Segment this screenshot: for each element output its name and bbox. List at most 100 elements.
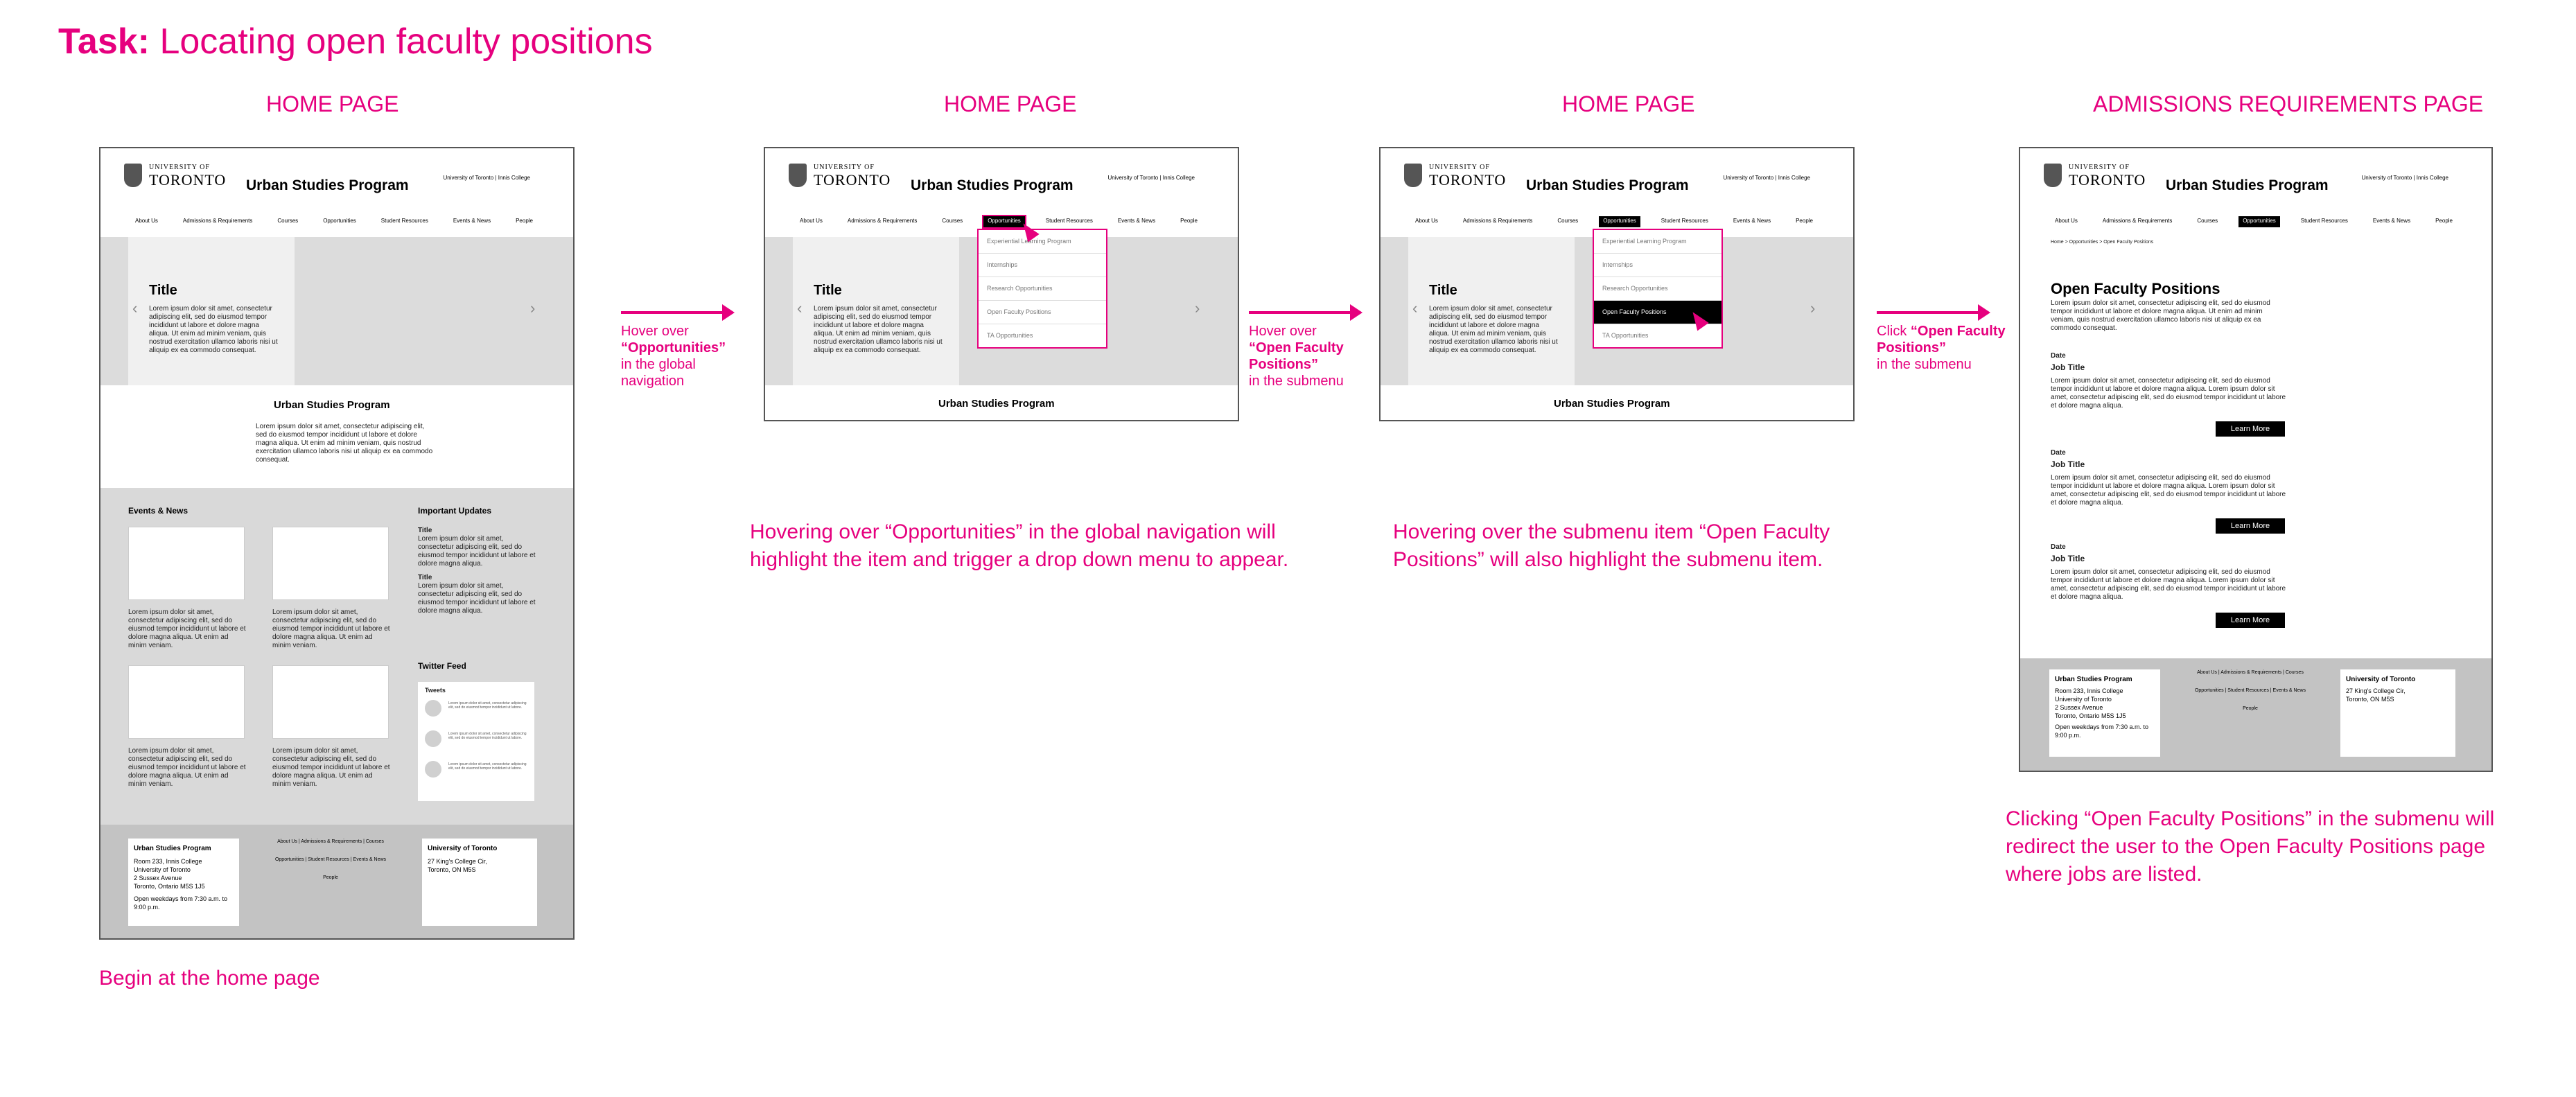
site-footer: Urban Studies Program Room 233, Innis Co…	[100, 825, 573, 938]
nav-opportunities[interactable]: Opportunities	[319, 216, 360, 227]
job-text: Lorem ipsum dolor sit amet, consectetur …	[2051, 568, 2286, 601]
tweet[interactable]: Lorem ipsum dolor sit amet, consectetur …	[425, 758, 527, 786]
nav-admissions[interactable]: Admissions & Requirements	[179, 216, 256, 227]
faculty-page-wireframe: UNIVERSITY OF TORONTO Urban Studies Prog…	[2019, 147, 2493, 772]
submenu-research[interactable]: Research Opportunities	[1594, 277, 1721, 301]
chevron-right-icon[interactable]: ›	[530, 299, 535, 317]
crest-icon	[124, 164, 142, 187]
footer-uoft-card: University of Toronto 27 King's College …	[2340, 669, 2455, 757]
submenu-experiential[interactable]: Experiential Learning Program	[1594, 230, 1721, 254]
nav-events[interactable]: Events & News	[2369, 216, 2415, 227]
job-title: Job Title	[2051, 554, 2085, 563]
event-image[interactable]	[272, 527, 389, 600]
submenu-research[interactable]: Research Opportunities	[979, 277, 1106, 301]
footer-left-title: Urban Studies Program	[134, 845, 211, 852]
submenu-internships[interactable]: Internships	[1594, 254, 1721, 277]
nav-admissions[interactable]: Admissions & Requirements	[1459, 216, 1536, 227]
uoft-logo-small: UNIVERSITY OF	[149, 164, 210, 171]
nav-student-resources[interactable]: Student Resources	[377, 216, 432, 227]
caption-begin: Begin at the home page	[99, 967, 320, 990]
chevron-right-icon[interactable]: ›	[1810, 299, 1815, 317]
event-text: Lorem ipsum dolor sit amet, consectetur …	[128, 747, 246, 788]
nav-courses[interactable]: Courses	[2193, 216, 2222, 227]
uoft-logo-small: UNIVERSITY OF	[814, 164, 875, 171]
nav-about[interactable]: About Us	[131, 216, 162, 227]
nav-events[interactable]: Events & News	[449, 216, 495, 227]
submenu-ta[interactable]: TA Opportunities	[979, 324, 1106, 347]
breadcrumb[interactable]: Home > Opportunities > Open Faculty Posi…	[2051, 238, 2153, 247]
footer-links-row[interactable]: People	[2167, 700, 2333, 718]
step-1-bold: “Opportunities”	[621, 340, 726, 356]
top-links[interactable]: University of Toronto | Innis College	[2361, 175, 2448, 181]
nav-people[interactable]: People	[1176, 216, 1202, 227]
opportunities-dropdown: Experiential Learning Program Internship…	[1593, 229, 1723, 349]
hero-text: Lorem ipsum dolor sit amet, consectetur …	[149, 305, 278, 354]
twitter-feed[interactable]: Tweets Lorem ipsum dolor sit amet, conse…	[418, 682, 534, 801]
chevron-right-icon[interactable]: ›	[1195, 299, 1200, 317]
submenu-open-faculty[interactable]: Open Faculty Positions	[979, 301, 1106, 324]
footer-links[interactable]: About Us | Admissions & Requirements | C…	[2167, 664, 2333, 718]
event-image[interactable]	[128, 665, 245, 739]
top-links[interactable]: University of Toronto | Innis College	[443, 175, 530, 181]
step-1-text: Hover over “Opportunities” in the global n…	[621, 323, 760, 389]
footer-left-address: Room 233, Innis College University of To…	[2055, 687, 2126, 719]
nav-admissions[interactable]: Admissions & Requirements	[2099, 216, 2176, 227]
nav-courses[interactable]: Courses	[273, 216, 302, 227]
nav-about[interactable]: About Us	[796, 216, 827, 227]
nav-student-resources[interactable]: Student Resources	[1657, 216, 1712, 227]
nav-courses[interactable]: Courses	[938, 216, 967, 227]
footer-links[interactable]: About Us | Admissions & Requirements | C…	[247, 833, 414, 887]
nav-opportunities[interactable]: Opportunities	[1599, 216, 1640, 227]
nav-people[interactable]: People	[511, 216, 537, 227]
top-links[interactable]: University of Toronto | Innis College	[1723, 175, 1810, 181]
learn-more-button[interactable]: Learn More	[2216, 421, 2285, 437]
footer-links-row[interactable]: About Us | Admissions & Requirements | C…	[247, 833, 414, 851]
nav-courses[interactable]: Courses	[1553, 216, 1582, 227]
uoft-logo: TORONTO	[149, 171, 227, 188]
nav-about[interactable]: About Us	[2051, 216, 2082, 227]
top-links[interactable]: University of Toronto | Innis College	[1107, 175, 1195, 181]
submenu-experiential[interactable]: Experiential Learning Program	[979, 230, 1106, 254]
event-text: Lorem ipsum dolor sit amet, consectetur …	[128, 608, 246, 649]
nav-student-resources[interactable]: Student Resources	[2297, 216, 2352, 227]
program-title: Urban Studies Program	[2166, 177, 2329, 193]
global-nav: About Us Admissions & Requirements Cours…	[796, 215, 1202, 229]
footer-links-row[interactable]: People	[247, 869, 414, 887]
arrow-right-icon	[1249, 304, 1363, 321]
job-title: Job Title	[2051, 459, 2085, 469]
nav-admissions[interactable]: Admissions & Requirements	[843, 216, 921, 227]
arrow-right-icon	[621, 304, 735, 321]
crest-icon	[789, 164, 807, 187]
nav-events[interactable]: Events & News	[1114, 216, 1159, 227]
footer-links-row[interactable]: Opportunities | Student Resources | Even…	[2167, 682, 2333, 700]
tweet[interactable]: Lorem ipsum dolor sit amet, consectetur …	[425, 728, 527, 755]
footer-right-address: 27 King's College Cir, Toronto, ON M5S	[2346, 687, 2406, 703]
chevron-left-icon[interactable]: ‹	[132, 299, 137, 317]
avatar	[425, 730, 441, 747]
step-3-text: Click “Open Faculty Positions” in the sub…	[1877, 323, 2015, 373]
tweet[interactable]: Lorem ipsum dolor sit amet, consectetur …	[425, 697, 527, 725]
learn-more-button[interactable]: Learn More	[2216, 613, 2285, 628]
nav-people[interactable]: People	[1791, 216, 1817, 227]
uoft-logo-small: UNIVERSITY OF	[1429, 164, 1490, 171]
footer-links-row[interactable]: Opportunities | Student Resources | Even…	[247, 851, 414, 869]
event-image[interactable]	[272, 665, 389, 739]
uoft-logo: TORONTO	[814, 171, 891, 188]
nav-opportunities[interactable]: Opportunities	[2238, 216, 2280, 227]
submenu-ta[interactable]: TA Opportunities	[1594, 324, 1721, 347]
global-nav: About Us Admissions & Requirements Cours…	[1411, 216, 1817, 227]
chevron-left-icon[interactable]: ‹	[797, 299, 802, 317]
nav-student-resources[interactable]: Student Resources	[1042, 216, 1097, 227]
nav-about[interactable]: About Us	[1411, 216, 1442, 227]
footer-links-row[interactable]: About Us | Admissions & Requirements | C…	[2167, 664, 2333, 682]
intro-title: Urban Studies Program	[1554, 398, 1670, 410]
submenu-internships[interactable]: Internships	[979, 254, 1106, 277]
nav-people[interactable]: People	[2431, 216, 2457, 227]
step-2-text: Hover over “Open Faculty Positions” in the…	[1249, 323, 1367, 389]
nav-events[interactable]: Events & News	[1729, 216, 1775, 227]
update-item-title: Title	[418, 527, 432, 534]
learn-more-button[interactable]: Learn More	[2216, 518, 2285, 534]
task-title: Task: Locating open faculty positions	[58, 21, 653, 62]
chevron-left-icon[interactable]: ‹	[1412, 299, 1417, 317]
event-image[interactable]	[128, 527, 245, 600]
